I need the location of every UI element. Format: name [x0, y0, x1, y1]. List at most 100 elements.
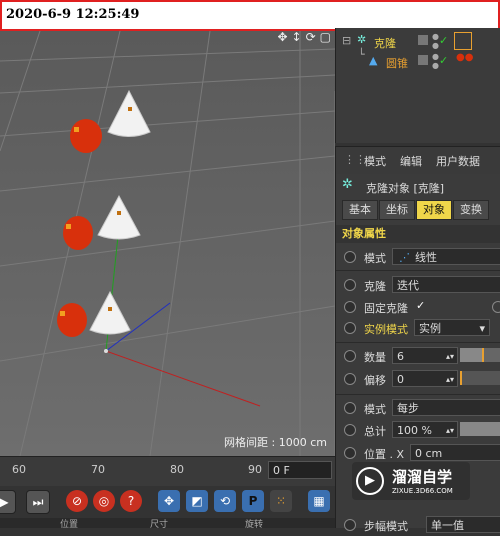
layer-swatch-icon[interactable] [418, 35, 428, 45]
menu-edit[interactable]: 编辑 [400, 153, 422, 169]
help-icon[interactable]: ? [120, 490, 142, 512]
tab-transform[interactable]: 变换 [453, 200, 489, 220]
step-mode-dropdown[interactable]: 每步 [392, 399, 500, 416]
enabled-check-icon[interactable]: ✓ [439, 54, 448, 67]
tab-basic[interactable]: 基本 [342, 200, 378, 220]
cone-clone[interactable] [89, 290, 131, 335]
record-icon[interactable]: ▶ [0, 490, 16, 514]
prop-label: 模式 [364, 252, 386, 265]
animate-dot-icon[interactable] [344, 373, 356, 385]
cone-clone[interactable] [97, 194, 141, 240]
move-view-icon[interactable]: ✥ [277, 31, 287, 43]
visibility-dots-icon[interactable]: ● ● [432, 32, 439, 50]
timestamp: 2020-6-9 12:25:49 [6, 7, 140, 22]
clone-dropdown[interactable]: 迭代 [392, 276, 500, 293]
cone-icon: ▲ [369, 54, 378, 67]
drag-handle-icon[interactable]: ⋮⋮ [344, 153, 366, 166]
current-frame-field[interactable]: 0 F [268, 461, 332, 479]
stepper-icon[interactable]: ▴▾ [446, 371, 454, 388]
section-title: 对象属性 [336, 225, 500, 243]
maximize-icon[interactable]: ▢ [320, 31, 331, 43]
prop-label: 克隆 [364, 280, 386, 293]
p-tool-icon[interactable]: P [242, 490, 264, 512]
x-axis [105, 350, 261, 407]
animate-dot-icon[interactable] [344, 279, 356, 291]
position-x-input[interactable]: 0 cm [410, 444, 500, 461]
stepper-icon[interactable]: ▴▾ [446, 422, 454, 439]
move-tool-icon[interactable]: ✥ [158, 490, 180, 512]
stepper-icon[interactable]: ▴▾ [446, 348, 454, 365]
animate-dot-icon[interactable] [344, 519, 356, 531]
slider-handle[interactable] [460, 371, 462, 385]
attr-title: 克隆对象 [克隆] [366, 182, 445, 195]
prop-step-mode: 模式 每步 [336, 397, 500, 419]
tab-coord[interactable]: 坐标 [379, 200, 415, 220]
watermark: ▶ 溜溜自学 ZIXUE.3D66.COM [352, 462, 470, 500]
animate-dot-icon[interactable] [344, 322, 356, 334]
viewport[interactable]: ✥ ↕ ⟳ ▢ 网格间距 : 1000 cm [0, 31, 335, 456]
instance-value: 实例 [419, 322, 441, 335]
sphere-clone[interactable] [63, 216, 93, 250]
object-row-cone[interactable]: └ ▲ 圆锥 ● ● ✓ ●● [336, 48, 500, 72]
material-tag-icon[interactable]: ●● [456, 52, 473, 63]
floor-grid [0, 31, 335, 456]
rotation-header: 旋转 [245, 520, 264, 530]
menu-user-data[interactable]: 用户数据 [436, 153, 480, 169]
count-input[interactable]: 6 ▴▾ [392, 347, 458, 364]
end-icon[interactable]: ⏭ [26, 490, 50, 514]
step-size-dropdown[interactable]: 单一值 [426, 516, 500, 533]
vertical-arrows-icon[interactable]: ↕ [292, 31, 302, 43]
animate-dot-icon[interactable] [344, 447, 356, 459]
keyframe-red-icon[interactable]: ⊘ [66, 490, 88, 512]
prop-instance-mode: 实例模式 实例 ▾ [336, 317, 500, 339]
dots-grid-icon[interactable]: ⁙ [270, 490, 292, 512]
prop-fixed-clone: 固定克隆 ✓ [336, 296, 500, 318]
prop-count: 数量 6 ▴▾ [336, 345, 500, 367]
enabled-check-icon[interactable]: ✓ [439, 34, 448, 47]
cloner-icon: ✲ [357, 33, 367, 46]
size-header: 尺寸 [150, 520, 169, 530]
total-value: 100 % [397, 424, 432, 437]
attribute-tabs: 基本 坐标 对象 变换 [342, 200, 490, 220]
slider-fill [460, 348, 482, 362]
animate-dot-icon[interactable] [492, 301, 500, 313]
film-icon[interactable]: ▦ [308, 490, 330, 512]
slider-handle[interactable] [482, 348, 484, 362]
menu-mode[interactable]: 模式 [364, 153, 386, 169]
watermark-title: 溜溜自学 [392, 468, 453, 486]
prop-step-size-mode: 步幅模式 单一值 [336, 514, 500, 536]
object-label: 圆锥 [386, 57, 408, 70]
rotate-tool-icon[interactable]: ⟲ [214, 490, 236, 512]
total-input[interactable]: 100 % ▴▾ [392, 421, 458, 438]
cone-clone[interactable] [107, 89, 151, 137]
layer-swatch-icon[interactable] [418, 55, 428, 65]
visibility-dots-icon[interactable]: ● ● [432, 52, 439, 70]
object-manager: ⊟ ✲ 克隆 ● ● ✓ └ ▲ 圆锥 ● ● ✓ ●● [335, 28, 500, 143]
mode-dropdown[interactable]: ⋰ 线性 [392, 248, 500, 265]
sphere-clone[interactable] [70, 119, 102, 153]
prop-label: 实例模式 [364, 323, 408, 336]
sphere-clone[interactable] [57, 303, 87, 337]
scale-tool-icon[interactable]: ◩ [186, 490, 208, 512]
object-label: 克隆 [374, 37, 396, 50]
prop-clone: 克隆 迭代 [336, 274, 500, 296]
rotate-view-icon[interactable]: ⟳ [306, 31, 316, 43]
offset-slider[interactable] [460, 371, 500, 385]
animate-dot-icon[interactable] [344, 251, 356, 263]
instance-dropdown[interactable]: 实例 ▾ [414, 319, 490, 336]
fixed-clone-checkbox[interactable]: ✓ [416, 299, 425, 312]
animate-dot-icon[interactable] [344, 402, 356, 414]
keyframe-record-icon[interactable]: ◎ [93, 490, 115, 512]
prop-position-x: 位置 . X 0 cm [336, 442, 500, 464]
count-slider[interactable] [460, 348, 500, 362]
attribute-menu-bar: ⋮⋮ 模式 编辑 用户数据 [335, 146, 500, 175]
tab-object[interactable]: 对象 [416, 200, 452, 220]
mode-value: 线性 [415, 251, 437, 264]
prop-label: 偏移 [364, 374, 386, 387]
animate-dot-icon[interactable] [344, 350, 356, 362]
animate-dot-icon[interactable] [344, 424, 356, 436]
total-slider[interactable] [460, 422, 500, 436]
animate-dot-icon[interactable] [344, 301, 356, 313]
offset-input[interactable]: 0 ▴▾ [392, 370, 458, 387]
cloner-tag-icon[interactable] [454, 32, 472, 50]
